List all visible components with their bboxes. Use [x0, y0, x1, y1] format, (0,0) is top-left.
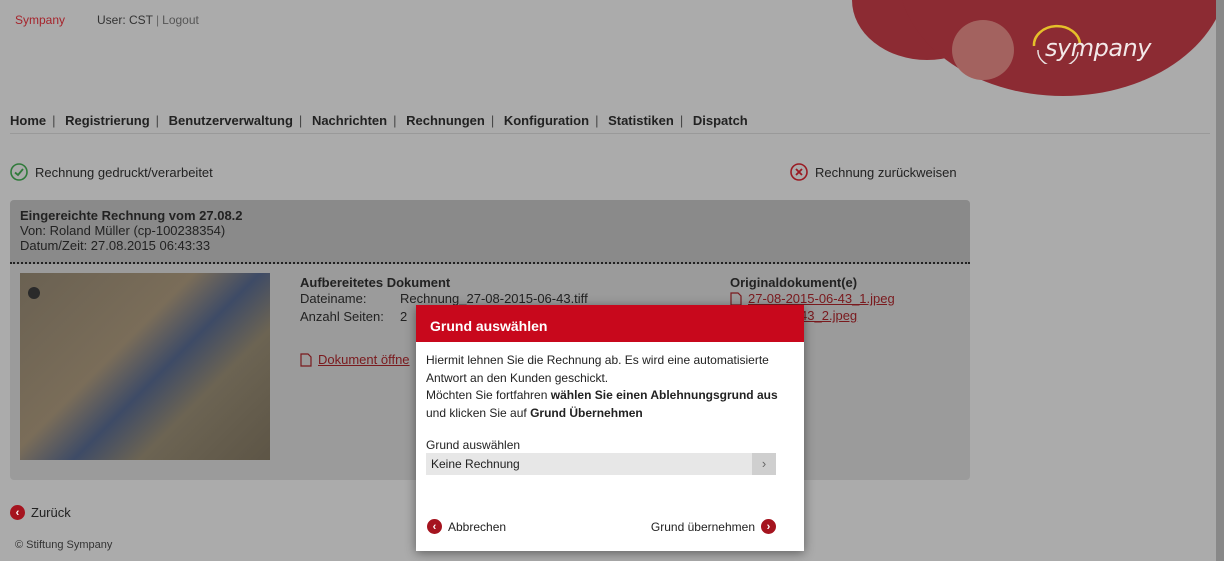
original-file-name: 27-08-2015-06-43_1.jpeg	[748, 291, 895, 306]
invoice-title: Eingereichte Rechnung vom 27.08.2	[20, 208, 243, 223]
dialog-text-3: und klicken Sie auf Grund Übernehmen	[426, 405, 643, 420]
mark-processed-button[interactable]: Rechnung gedruckt/verarbeitet	[10, 163, 213, 181]
pages-row: Anzahl Seiten: 2	[300, 309, 407, 324]
back-button[interactable]: ‹ Zurück	[10, 505, 71, 520]
chevron-right-icon: ›	[761, 519, 776, 534]
reject-invoice-button[interactable]: Rechnung zurückweisen	[790, 163, 957, 181]
pages-value: 2	[400, 309, 408, 324]
invoice-thumbnail[interactable]	[20, 273, 270, 460]
chevron-right-icon: ›	[752, 453, 776, 475]
user-name: CST	[129, 13, 154, 27]
dialog-title: Grund auswählen	[416, 305, 804, 342]
user-label: User:	[97, 13, 126, 27]
invoice-datetime: Datum/Zeit: 27.08.2015 06:43:33	[20, 238, 211, 253]
reject-invoice-label: Rechnung zurückweisen	[815, 164, 957, 180]
original-docs-title: Originaldokument(e)	[730, 275, 858, 290]
nav-rechnungen[interactable]: Rechnungen	[406, 113, 485, 128]
dialog-text-2: Möchten Sie fortfahren wählen Sie einen …	[426, 388, 778, 402]
filename-label: Dateiname:	[300, 291, 367, 306]
filename-row: Dateiname: Rechnung_27-08-2015-06-43.tiff	[300, 291, 588, 306]
check-circle-icon	[10, 163, 28, 181]
open-document-link[interactable]: Dokument öffne	[300, 352, 410, 367]
x-circle-icon	[790, 163, 808, 181]
copyright: © Stiftung Sympany	[15, 539, 113, 551]
prepared-doc-title: Aufbereitetes Dokument	[300, 275, 451, 290]
dialog-text-1: Hiermit lehnen Sie die Rechnung ab. Es w…	[426, 353, 769, 385]
apply-label: Grund übernehmen	[650, 519, 755, 534]
logo[interactable]: sympany	[1045, 34, 1151, 62]
document-icon	[730, 291, 742, 306]
cancel-button[interactable]: ‹ Abbrechen	[427, 519, 506, 534]
stamp-mark	[28, 287, 40, 299]
logout-link[interactable]: Logout	[162, 13, 199, 27]
cancel-label: Abbrechen	[448, 519, 507, 534]
nav-divider	[10, 133, 1210, 134]
brand-link[interactable]: Sympany	[15, 13, 65, 27]
main-nav: Home | Registrierung | Benutzerverwaltung |…	[10, 113, 748, 128]
logo-accent-circle	[952, 20, 1014, 80]
reason-select-value: Keine Rechnung	[431, 457, 520, 471]
reason-select[interactable]: Keine Rechnung ›	[426, 453, 776, 475]
open-document-label: Dokument öffne	[318, 352, 410, 367]
window-edge	[1216, 0, 1224, 561]
invoice-header: Eingereichte Rechnung vom 27.08.2 Von: R…	[10, 200, 970, 264]
chevron-left-icon: ‹	[10, 505, 25, 520]
mark-processed-label: Rechnung gedruckt/verarbeitet	[35, 164, 213, 180]
original-file-link[interactable]: 27-08-2015-06-43_1.jpeg	[730, 291, 895, 306]
nav-home[interactable]: Home	[10, 113, 46, 128]
user-info: User: CST | Logout	[97, 13, 199, 27]
document-icon	[300, 352, 312, 367]
filename-value: Rechnung_27-08-2015-06-43.tiff	[400, 291, 588, 306]
reject-reason-dialog: Grund auswählen Hiermit lehnen Sie die R…	[416, 305, 804, 551]
pages-label: Anzahl Seiten:	[300, 309, 384, 324]
nav-statistiken[interactable]: Statistiken	[608, 113, 674, 128]
nav-registrierung[interactable]: Registrierung	[65, 113, 150, 128]
reason-select-label: Grund auswählen	[426, 438, 521, 452]
invoice-from: Von: Roland Müller (cp-100238354)	[20, 223, 226, 238]
nav-konfiguration[interactable]: Konfiguration	[504, 113, 589, 128]
nav-benutzerverwaltung[interactable]: Benutzerverwaltung	[169, 113, 293, 128]
nav-dispatch[interactable]: Dispatch	[693, 113, 748, 128]
nav-nachrichten[interactable]: Nachrichten	[312, 113, 387, 128]
back-label: Zurück	[31, 505, 71, 520]
dialog-message: Hiermit lehnen Sie die Rechnung ab. Es w…	[426, 352, 794, 422]
apply-reason-button[interactable]: Grund übernehmen ›	[651, 519, 776, 534]
chevron-left-icon: ‹	[427, 519, 442, 534]
